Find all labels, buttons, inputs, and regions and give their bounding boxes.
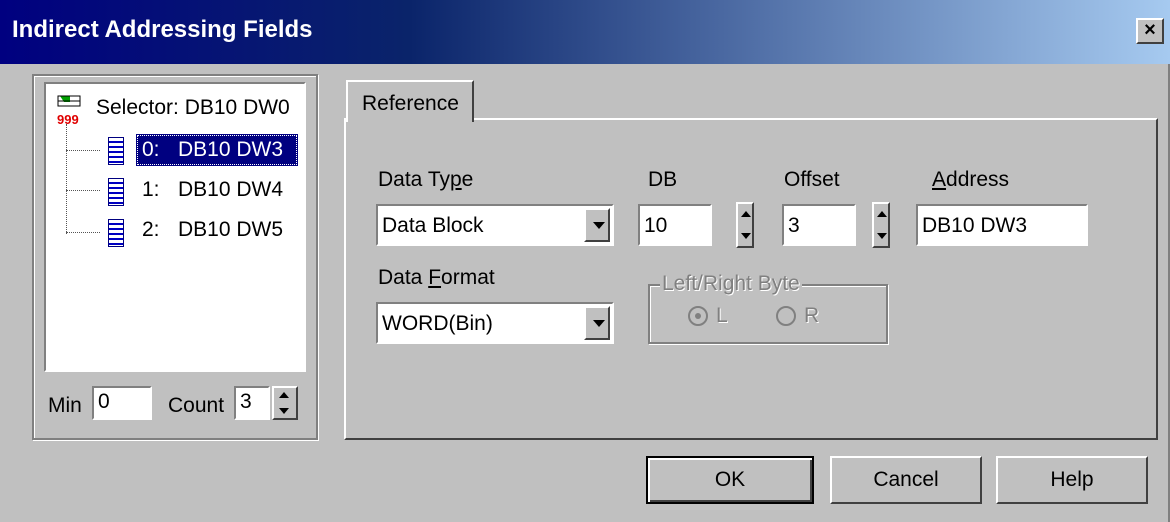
cancel-button[interactable]: Cancel	[830, 456, 982, 504]
data-type-label: Data Type	[378, 168, 474, 191]
tab-reference[interactable]: Reference	[346, 80, 474, 122]
data-block-icon	[108, 219, 124, 247]
db-spinner[interactable]	[736, 202, 754, 248]
spin-down-icon	[279, 408, 289, 414]
dialog-window: Indirect Addressing Fields × 999 Selecto…	[0, 0, 1170, 522]
tree-item-index: 0:	[142, 138, 160, 161]
tree-item-value: DB10 DW3	[178, 138, 284, 161]
tree-root-label[interactable]: Selector: DB10 DW0	[96, 96, 290, 120]
svg-text:999: 999	[57, 112, 79, 127]
right-byte-radio[interactable]	[776, 306, 796, 326]
selector-icon: 999	[56, 94, 84, 127]
min-label: Min	[48, 394, 82, 417]
count-label: Count	[168, 394, 225, 417]
right-byte-label: R	[804, 304, 820, 327]
tree-connector	[66, 124, 67, 234]
tree-connector	[66, 190, 100, 191]
spin-up-icon	[741, 211, 751, 217]
address-label: Address	[932, 168, 1010, 191]
offset-label: Offset	[784, 168, 840, 191]
address-input[interactable]: DB10 DW3	[916, 204, 1088, 246]
db-label: DB	[648, 168, 678, 191]
data-format-label: Data Format	[378, 266, 495, 289]
left-byte-radio[interactable]	[688, 306, 708, 326]
data-format-select[interactable]: WORD(Bin)	[376, 302, 614, 344]
help-button[interactable]: Help	[996, 456, 1148, 504]
radio-dot-icon	[695, 313, 701, 319]
count-input[interactable]: 3	[234, 386, 270, 420]
data-format-dropdown-button[interactable]	[584, 306, 610, 340]
chevron-down-icon	[593, 320, 605, 327]
data-type-dropdown-button[interactable]	[584, 208, 610, 242]
spin-up-icon	[877, 211, 887, 217]
spin-down-icon	[877, 233, 887, 239]
spin-down-icon	[741, 233, 751, 239]
tab-reference-label: Reference	[362, 92, 459, 115]
spin-up-icon	[279, 392, 289, 398]
tree-item-index[interactable]: 1:	[142, 178, 160, 202]
data-type-select[interactable]: Data Block	[376, 204, 614, 246]
tree-item-index[interactable]: 2:	[142, 218, 160, 242]
window-title: Indirect Addressing Fields	[12, 16, 313, 43]
data-block-icon	[108, 137, 124, 165]
offset-spinner[interactable]	[872, 202, 890, 248]
db-input[interactable]: 10	[638, 204, 712, 246]
chevron-down-icon	[593, 222, 605, 229]
left-byte-label: L	[716, 304, 728, 327]
count-spinner[interactable]	[272, 386, 298, 420]
min-input[interactable]: 0	[92, 386, 152, 420]
byte-group-label: Left/Right Byte	[660, 272, 802, 296]
data-type-value: Data Block	[382, 214, 484, 237]
tree-connector	[66, 232, 100, 233]
title-bar[interactable]: Indirect Addressing Fields ×	[0, 0, 1170, 64]
tree-connector	[66, 150, 100, 151]
data-block-icon	[108, 178, 124, 206]
offset-input[interactable]: 3	[782, 204, 856, 246]
ok-button[interactable]: OK	[646, 456, 814, 504]
close-button[interactable]: ×	[1136, 18, 1164, 44]
tree-item-value[interactable]: DB10 DW5	[178, 218, 283, 242]
tree-item-value[interactable]: DB10 DW4	[178, 178, 283, 202]
data-format-value: WORD(Bin)	[382, 312, 493, 335]
